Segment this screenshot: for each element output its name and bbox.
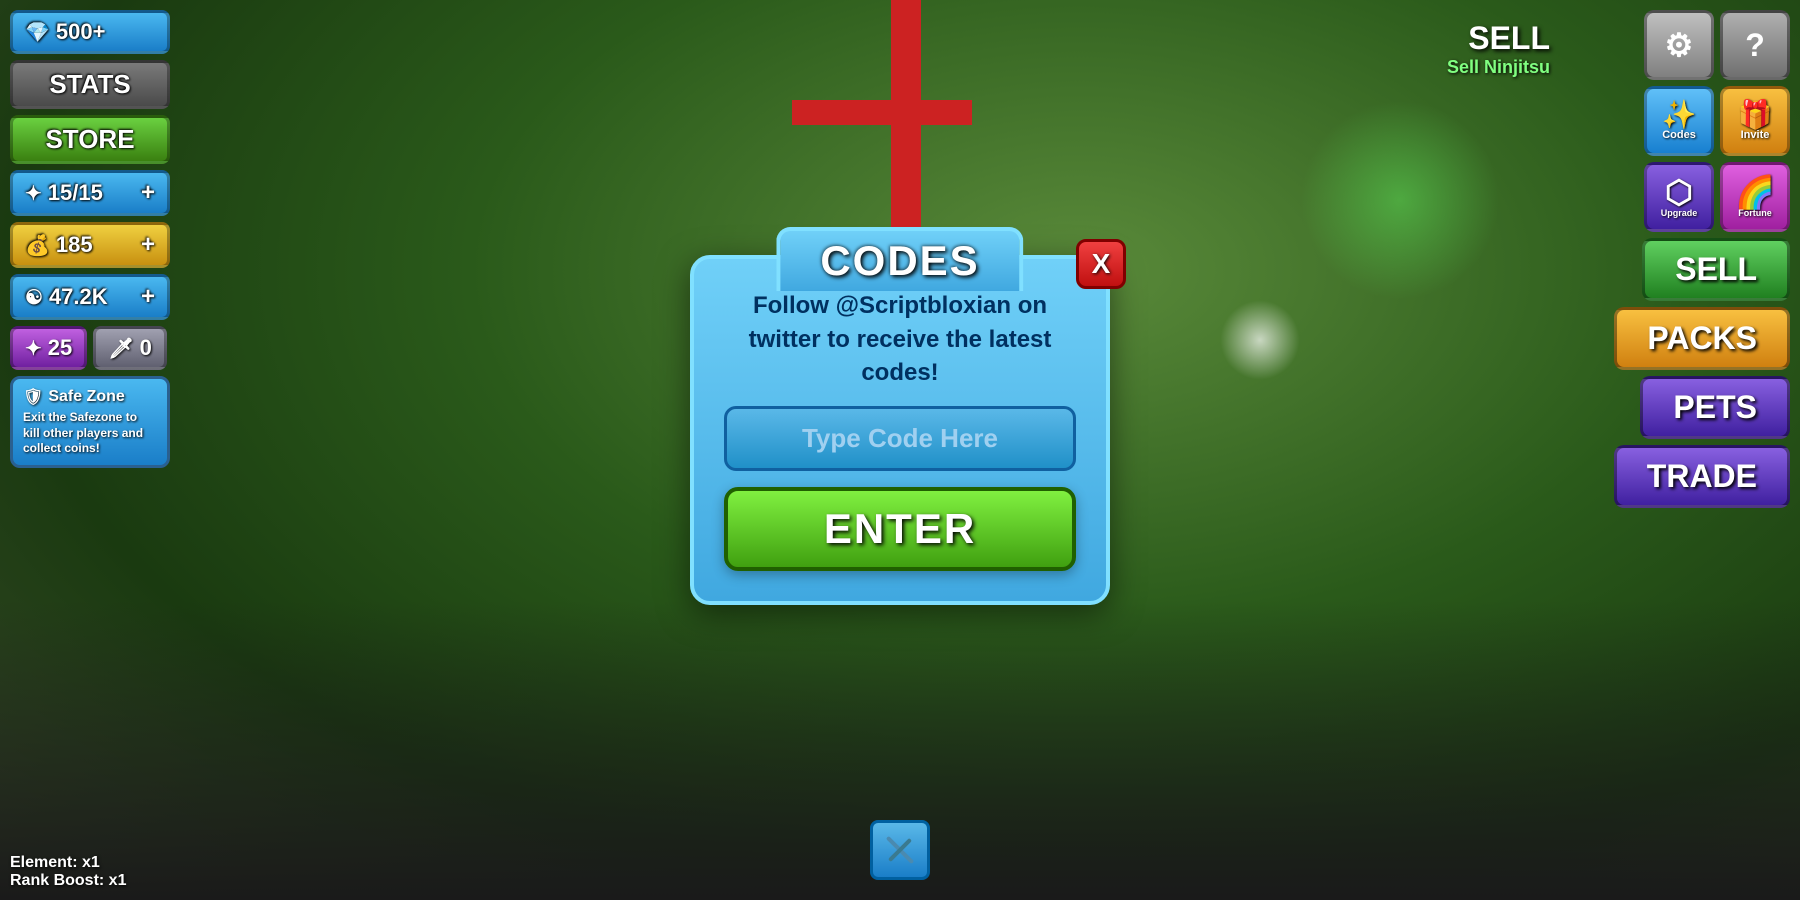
close-icon: X bbox=[1092, 248, 1111, 280]
modal-overlay: CODES X Follow @Scriptbloxian on twitter… bbox=[0, 0, 1800, 900]
ui-layer: 💎 500+ STATS STORE ✦ 15/15 + 💰 185 + ☯ 4… bbox=[0, 0, 1800, 900]
close-modal-button[interactable]: X bbox=[1076, 239, 1126, 289]
codes-modal-title: CODES bbox=[776, 227, 1023, 291]
enter-button[interactable]: ENTER bbox=[724, 487, 1076, 571]
codes-info-text: Follow @Scriptbloxian on twitter to rece… bbox=[724, 289, 1076, 390]
code-input-field[interactable] bbox=[724, 406, 1076, 471]
codes-modal: CODES X Follow @Scriptbloxian on twitter… bbox=[690, 255, 1110, 605]
enter-label: ENTER bbox=[824, 505, 976, 552]
